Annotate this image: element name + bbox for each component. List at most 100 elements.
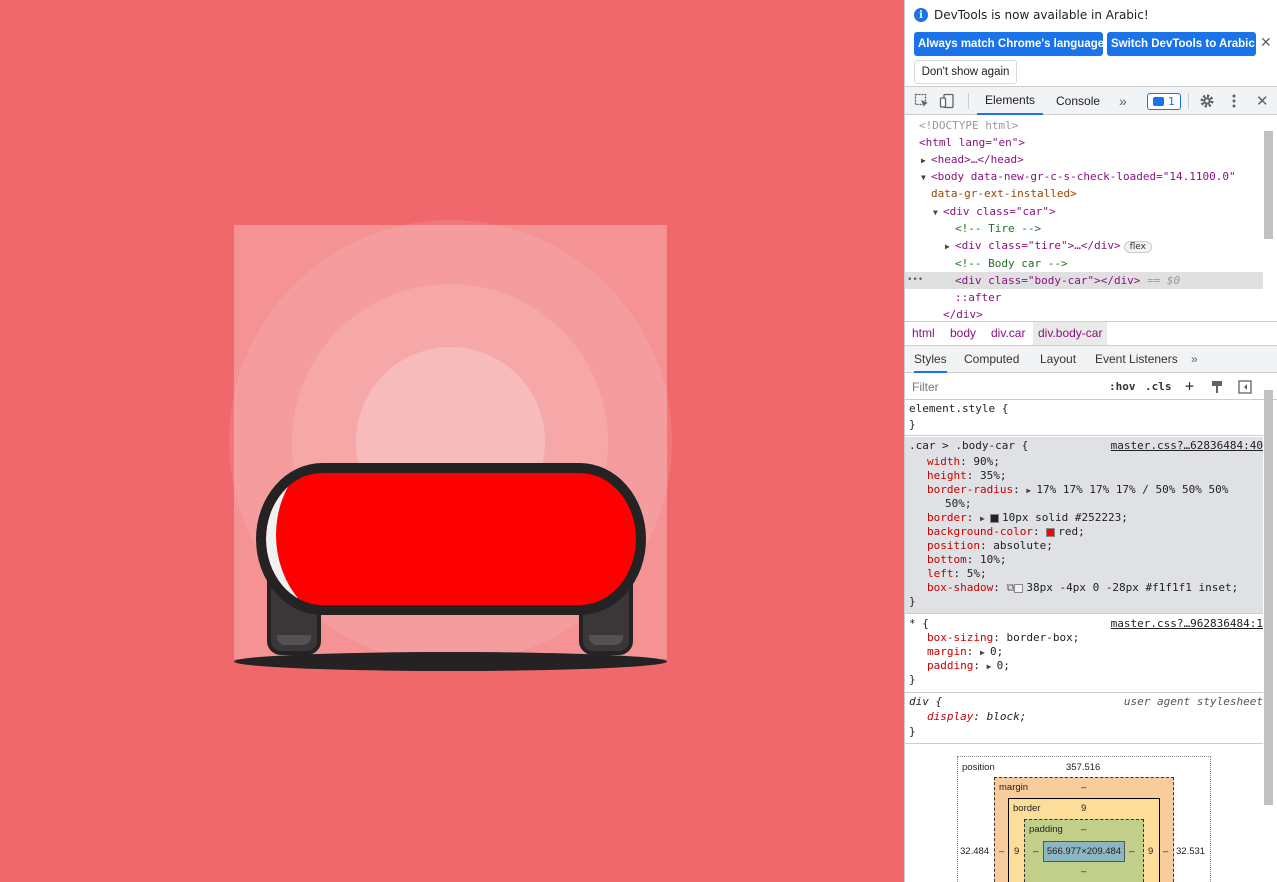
more-tabs-icon[interactable]: » — [1191, 346, 1198, 373]
box-model-position-left[interactable]: 32.484 — [960, 846, 989, 857]
css-declaration[interactable]: left: 5%; — [927, 567, 987, 581]
box-model-margin-right[interactable]: – — [1163, 846, 1168, 857]
flex-badge[interactable]: flex — [1123, 241, 1152, 253]
close-icon[interactable]: ✕ — [1260, 36, 1272, 50]
expand-triangle-icon[interactable]: ▶ — [980, 646, 990, 660]
box-model-position-right[interactable]: 32.531 — [1176, 846, 1205, 857]
tab-console[interactable]: Console — [1056, 87, 1100, 115]
css-declaration[interactable]: background-color: red; — [927, 525, 1085, 539]
class-toggle[interactable]: .cls — [1145, 373, 1172, 400]
expand-triangle-icon[interactable]: ▶ — [921, 152, 931, 169]
dom-tree: <!DOCTYPE html> <html lang="en"> ▶ <head>… — [905, 116, 1263, 321]
dom-node-body[interactable]: ▼ <body data-new-gr-c-s-check-loaded="14.… — [905, 168, 1263, 185]
css-property-value: red; — [1058, 525, 1085, 538]
dom-node-comment-tire[interactable]: <!-- Tire --> — [905, 220, 1263, 237]
expand-triangle-icon[interactable]: ▶ — [1026, 484, 1036, 498]
settings-gear-icon[interactable] — [1199, 87, 1215, 115]
color-swatch[interactable] — [990, 513, 999, 523]
breadcrumb-html[interactable]: html — [907, 322, 940, 345]
new-style-rule-icon[interactable]: + — [1185, 373, 1194, 400]
rule-selector[interactable]: element.style { — [909, 402, 1008, 416]
css-declaration[interactable]: height: 35%; — [927, 469, 1007, 483]
customize-menu-icon[interactable] — [1231, 87, 1237, 115]
doctype-text: <!DOCTYPE html> — [919, 119, 1019, 132]
dom-node-head[interactable]: ▶ <head>…</head> — [905, 151, 1263, 168]
device-toolbar-icon[interactable] — [939, 87, 955, 115]
css-property-name: width — [927, 455, 961, 468]
paint-brush-icon[interactable] — [1211, 373, 1223, 400]
expand-triangle-icon[interactable]: ▶ — [945, 238, 955, 255]
rule-close-brace: } — [909, 595, 916, 608]
rule-source-link[interactable]: master.css?…962836484:1 — [1111, 617, 1263, 631]
box-model-margin-left[interactable]: – — [999, 846, 1004, 857]
border-value: 10px solid #252223; — [990, 511, 1128, 525]
dom-node-div-tire[interactable]: ▶ <div class="tire">…</div> flex — [905, 237, 1263, 254]
toggle-sidebar-icon[interactable] — [1238, 373, 1252, 400]
expand-triangle-icon[interactable]: ▶ — [980, 512, 990, 526]
color-swatch[interactable] — [1014, 583, 1024, 593]
dom-node-after[interactable]: ::after — [905, 289, 1263, 306]
box-model-padding-right[interactable]: – — [1129, 846, 1134, 857]
tab-event-listeners[interactable]: Event Listeners — [1095, 346, 1178, 373]
css-declaration[interactable]: border: ▶ 10px solid #252223; — [927, 511, 1128, 525]
dom-tree-scrollbar[interactable] — [1264, 131, 1273, 239]
issues-counter-button[interactable]: 1 — [1147, 93, 1181, 110]
tab-computed[interactable]: Computed — [964, 346, 1019, 373]
box-model-content[interactable]: 566.977×209.484 — [1043, 841, 1125, 862]
tab-layout[interactable]: Layout — [1040, 346, 1076, 373]
body-tag-text: <body data-new-gr-c-s-check-loaded="14.1… — [931, 170, 1236, 183]
css-property-value: absolute; — [993, 539, 1053, 552]
rule-selector: div { — [909, 695, 943, 708]
box-model-padding-top[interactable]: – — [1081, 824, 1086, 835]
expand-triangle-icon[interactable]: ▶ — [987, 660, 997, 674]
box-model-padding-bottom[interactable]: – — [1081, 866, 1086, 877]
tab-styles[interactable]: Styles — [914, 346, 947, 373]
dont-show-again-button[interactable]: Don't show again — [914, 60, 1017, 84]
shadow-editor-icon[interactable]: ⧉ — [1006, 581, 1014, 594]
switch-to-arabic-button[interactable]: Switch DevTools to Arabic — [1107, 32, 1256, 56]
dom-node-body-cont: data-gr-ext-installed> — [905, 185, 1263, 202]
breadcrumb-body[interactable]: body — [945, 322, 981, 345]
color-swatch[interactable] — [1046, 527, 1056, 537]
close-devtools-icon[interactable]: ✕ — [1256, 87, 1269, 115]
dom-node-div-car[interactable]: ▼ <div class="car"> — [905, 203, 1263, 220]
box-model-margin-top[interactable]: – — [1081, 782, 1086, 793]
dom-node-div-close[interactable]: </div> — [905, 306, 1263, 321]
dom-node-comment-body[interactable]: <!-- Body car --> — [905, 255, 1263, 272]
rule-selector[interactable]: * { — [909, 617, 929, 631]
hover-state-toggle[interactable]: :hov — [1109, 373, 1136, 400]
css-declaration[interactable]: box-shadow: ⧉ 38px -4px 0 -28px #f1f1f1 i… — [927, 581, 1238, 595]
dom-node-html[interactable]: <html lang="en"> — [905, 134, 1263, 151]
css-declaration[interactable]: border-radius: ▶ 17% 17% 17% 17% / 50% 50… — [927, 483, 1228, 497]
node-actions-icon[interactable]: ••• — [907, 272, 923, 289]
box-model-position-top[interactable]: 357.516 — [1066, 762, 1100, 773]
box-model-border-top[interactable]: 9 — [1081, 803, 1086, 814]
css-declaration[interactable]: box-sizing: border-box; — [927, 631, 1079, 645]
inspect-element-icon[interactable] — [914, 87, 930, 115]
box-model-padding-label: padding — [1029, 824, 1063, 835]
css-declaration[interactable]: width: 90%; — [927, 455, 1000, 469]
info-icon: i — [914, 8, 928, 22]
always-match-language-button[interactable]: Always match Chrome's language — [914, 32, 1104, 56]
styles-filter-input[interactable] — [908, 377, 1098, 396]
tab-elements[interactable]: Elements — [977, 87, 1044, 115]
more-tabs-icon[interactable]: » — [1119, 87, 1127, 115]
breadcrumb-div-car[interactable]: div.car — [986, 322, 1030, 345]
css-declaration[interactable]: padding: ▶ 0; — [927, 659, 1010, 673]
box-model-border-right[interactable]: 9 — [1148, 846, 1153, 857]
styles-scrollbar[interactable] — [1264, 390, 1273, 805]
dom-node-doctype[interactable]: <!DOCTYPE html> — [905, 117, 1263, 134]
rule-selector[interactable]: .car > .body-car { — [909, 439, 1028, 453]
css-declaration[interactable]: bottom: 10%; — [927, 553, 1007, 567]
infobar-message-row: i DevTools is now available in Arabic! — [914, 8, 1149, 22]
css-declaration[interactable]: position: absolute; — [927, 539, 1053, 553]
css-declaration[interactable]: margin: ▶ 0; — [927, 645, 1003, 659]
collapse-triangle-icon[interactable]: ▼ — [933, 204, 943, 221]
dom-node-div-body-car[interactable]: ••• <div class="body-car"></div> == $0 — [905, 272, 1263, 289]
breadcrumb-div-body-car[interactable]: div.body-car — [1033, 322, 1108, 345]
collapse-triangle-icon[interactable]: ▼ — [921, 169, 931, 186]
box-model-padding-left[interactable]: – — [1033, 846, 1038, 857]
car-body[interactable] — [256, 463, 646, 615]
rule-source-link[interactable]: master.css?…62836484:40 — [1111, 439, 1263, 453]
box-model-border-left[interactable]: 9 — [1014, 846, 1019, 857]
